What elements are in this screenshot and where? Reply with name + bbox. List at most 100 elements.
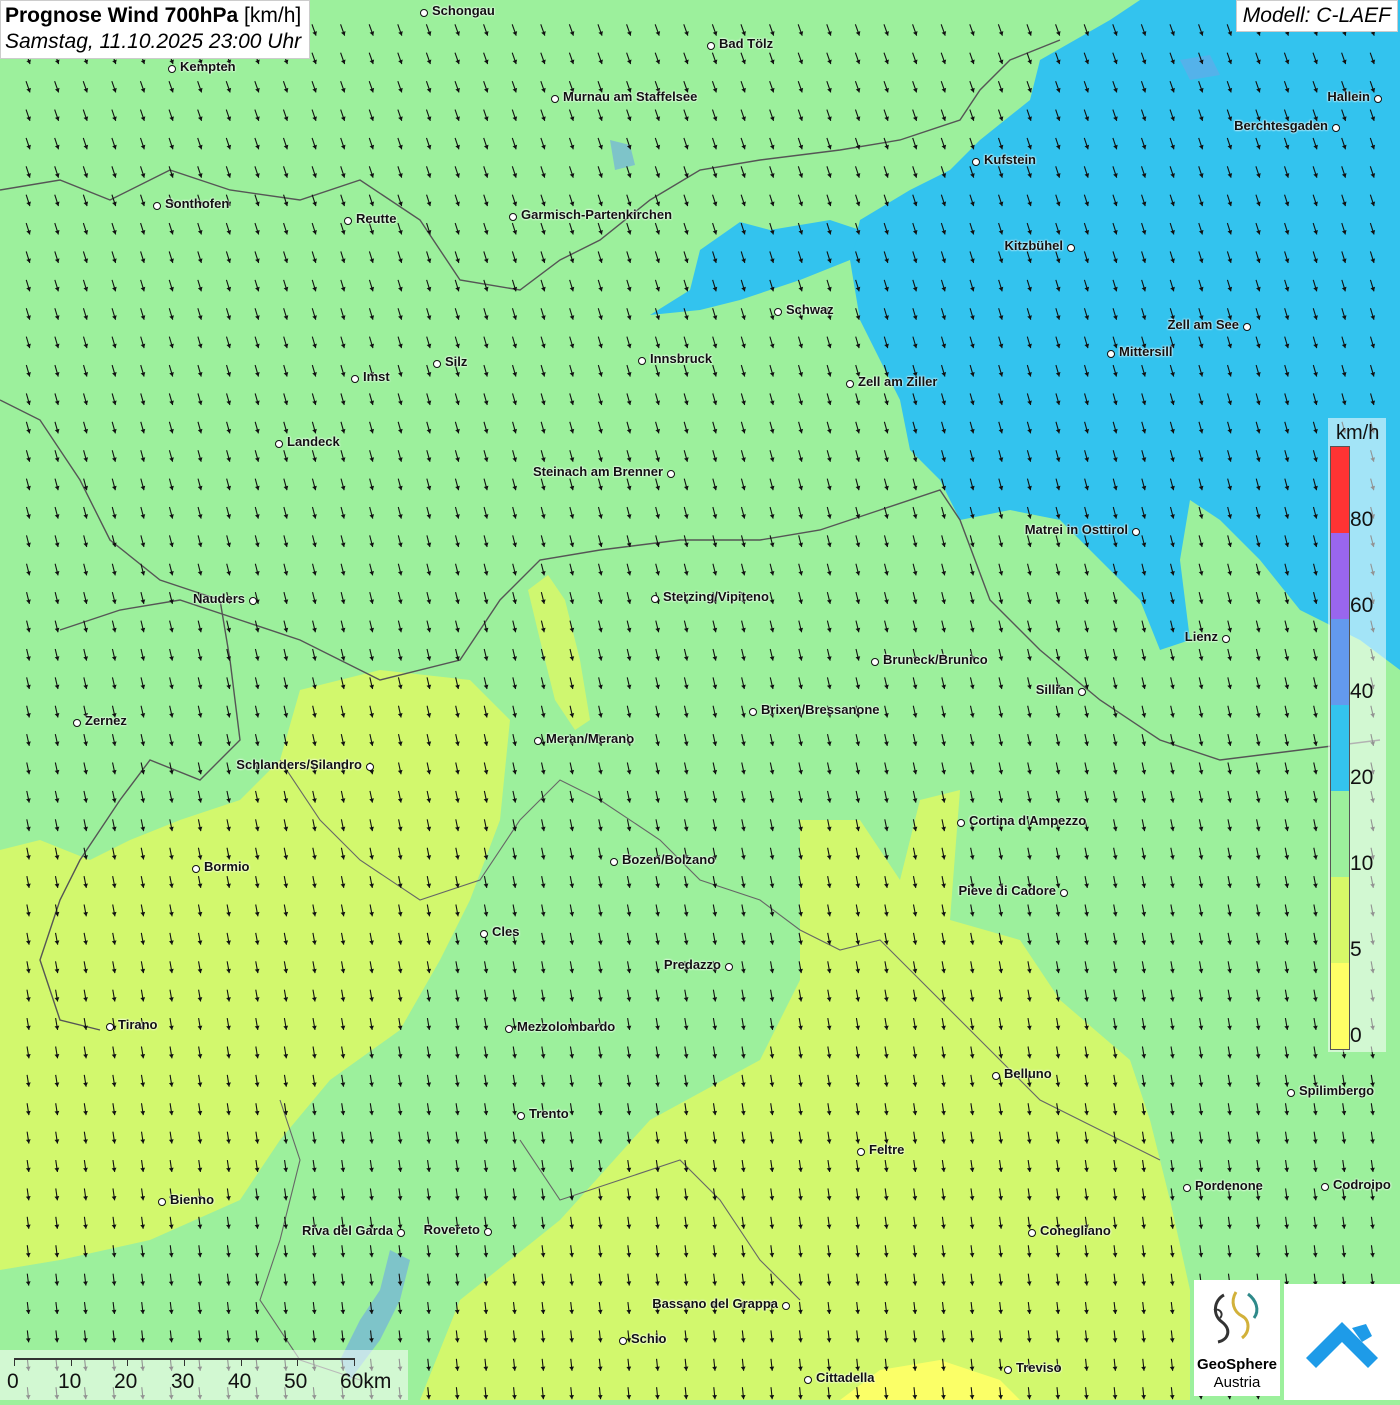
city-marker-icon [158, 1198, 166, 1206]
city-label: Mezzolombardo [517, 1019, 616, 1034]
city-label: Lienz [1184, 629, 1218, 644]
city-marker-icon [749, 708, 757, 716]
scale-tick [127, 1358, 128, 1366]
scale-tick [184, 1358, 185, 1366]
city-label: Cortina d'Ampezzo [969, 813, 1087, 828]
city-label: Codroipo [1333, 1177, 1391, 1192]
city-marker-icon [1067, 244, 1075, 252]
legend-seg-purple [1331, 533, 1349, 619]
city-label: Sterzing/Vipiteno [663, 589, 769, 604]
scale-label: 20 [114, 1370, 138, 1393]
city-label: Sillian [1035, 682, 1074, 697]
logo-name: GeoSphere [1196, 1356, 1278, 1373]
city-marker-icon [397, 1229, 405, 1237]
city-marker-icon [846, 380, 854, 388]
city-marker-icon [433, 360, 441, 368]
city-label: Bormio [204, 859, 250, 874]
city-marker-icon [1004, 1366, 1012, 1374]
city-marker-icon [509, 213, 517, 221]
city-marker-icon [1132, 528, 1140, 536]
scale-bar: 0 10 20 30 40 50 60km [0, 1350, 408, 1400]
city-marker-icon [774, 308, 782, 316]
city-marker-icon [484, 1228, 492, 1236]
city-marker-icon [351, 375, 359, 383]
city-label: Feltre [869, 1142, 905, 1157]
city-label: Nauders [192, 591, 245, 606]
city-label: Zell am See [1167, 317, 1239, 332]
city-label: Schlanders/Silandro [236, 757, 362, 772]
city-label: Steinach am Brenner [532, 464, 663, 479]
city-marker-icon [1287, 1089, 1295, 1097]
legend-seg-yellow [1331, 963, 1349, 1049]
city-label: Rovereto [423, 1222, 480, 1237]
city-label: Silz [445, 354, 468, 369]
scale-tick [14, 1358, 15, 1366]
scale-label: 40 [228, 1370, 252, 1393]
scale-label: 50 [284, 1370, 308, 1393]
city-marker-icon [534, 737, 542, 745]
city-label: Spilimbergo [1299, 1083, 1375, 1098]
city-label: Conegliano [1040, 1223, 1111, 1238]
city-label: Treviso [1016, 1360, 1062, 1375]
city-label: Kufstein [984, 152, 1036, 167]
city-label: Bienno [170, 1192, 215, 1207]
city-label: Innsbruck [650, 351, 713, 366]
city-label: Brixen/Bressanone [761, 702, 880, 717]
city-label: Imst [363, 369, 390, 384]
model-label: Modell: C-LAEF [1235, 0, 1398, 32]
scale-tick [297, 1358, 298, 1366]
city-label: Zernez [85, 713, 127, 728]
scale-label: 30 [171, 1370, 195, 1393]
city-label: Kempten [180, 59, 236, 74]
city-marker-icon [957, 819, 965, 827]
city-label: Meran/Merano [546, 731, 635, 746]
city-marker-icon [1374, 95, 1382, 103]
city-marker-icon [168, 65, 176, 73]
city-marker-icon [366, 763, 374, 771]
city-marker-icon [1060, 889, 1068, 897]
legend-label: 20 [1350, 766, 1374, 789]
city-label: Schongau [432, 3, 495, 18]
city-label: Belluno [1004, 1066, 1052, 1081]
city-marker-icon [517, 1112, 525, 1120]
city-label: Hallein [1327, 89, 1370, 104]
city-label: Bassano del Grappa [652, 1296, 778, 1311]
forecast-datetime: Samstag, 11.10.2025 23:00 Uhr [5, 30, 302, 53]
scale-tick [241, 1358, 242, 1366]
city-marker-icon [972, 158, 980, 166]
city-marker-icon [707, 42, 715, 50]
city-label: Cles [492, 924, 520, 939]
city-label: Cittadella [816, 1370, 875, 1385]
city-marker-icon [651, 595, 659, 603]
city-label: Schio [631, 1331, 667, 1346]
logo-sub: Austria [1213, 1374, 1261, 1391]
city-label: Pieve di Cadore [958, 883, 1056, 898]
city-marker-icon [192, 865, 200, 873]
city-marker-icon [480, 930, 488, 938]
city-marker-icon [1222, 635, 1230, 643]
city-marker-icon [804, 1376, 812, 1384]
scale-label: 60km [340, 1370, 392, 1393]
city-marker-icon [871, 658, 879, 666]
city-label: Zell am Ziller [858, 374, 938, 389]
legend-label: 60 [1350, 594, 1374, 617]
city-marker-icon [1078, 688, 1086, 696]
city-label: Mittersill [1119, 344, 1173, 359]
geosphere-logo[interactable]: GeoSphere Austria [1194, 1280, 1280, 1396]
scale-label: 0 [7, 1370, 19, 1393]
scale-label: 10 [58, 1370, 82, 1393]
city-marker-icon [667, 470, 675, 478]
legend-label: 0 [1350, 1024, 1362, 1047]
city-marker-icon [610, 858, 618, 866]
city-marker-icon [638, 357, 646, 365]
warn-app-logo[interactable] [1284, 1284, 1400, 1400]
city-marker-icon [725, 963, 733, 971]
city-label: Trento [529, 1106, 569, 1121]
city-marker-icon [1321, 1183, 1329, 1191]
city-label: Reutte [356, 211, 397, 226]
legend-label: 40 [1350, 680, 1374, 703]
map-title: Prognose Wind 700hPa [km/h] [5, 4, 301, 28]
city-label: Murnau am Staffelsee [563, 89, 698, 104]
city-marker-icon [275, 440, 283, 448]
city-marker-icon [505, 1025, 513, 1033]
